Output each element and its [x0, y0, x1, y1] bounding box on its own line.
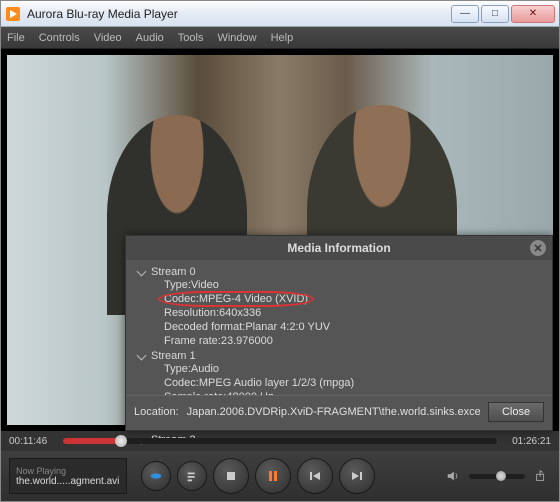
previous-button[interactable]	[297, 458, 333, 494]
control-buttons	[141, 458, 375, 494]
menu-help[interactable]: Help	[271, 32, 294, 44]
stream-1-codec: Codec:MPEG Audio layer 1/2/3 (mpga)	[164, 376, 544, 390]
maximize-icon: □	[492, 8, 498, 19]
titlebar: Aurora Blu-ray Media Player — □ ✕	[1, 1, 559, 27]
volume-area	[443, 466, 551, 486]
volume-thumb[interactable]	[496, 471, 506, 481]
close-button[interactable]: Close	[488, 402, 544, 422]
app-icon	[5, 6, 21, 22]
media-info-title-text: Media Information	[287, 241, 390, 255]
stream-0-resolution: Resolution:640x336	[164, 306, 544, 320]
dialog-close-icon: ✕	[533, 242, 542, 255]
now-playing-file: the.world.....agment.avi	[16, 476, 120, 487]
playlist-icon	[185, 469, 199, 483]
open-icon	[149, 469, 163, 483]
menu-audio[interactable]: Audio	[136, 32, 164, 44]
app-window: Aurora Blu-ray Media Player — □ ✕ File C…	[0, 0, 560, 502]
menu-file[interactable]: File	[7, 32, 25, 44]
highlighted-codec: Codec:MPEG-4 Video (XVID)	[164, 292, 308, 306]
volume-icon	[446, 469, 460, 483]
video-area: Media Information ✕ Stream 0 Type:Video …	[1, 49, 559, 431]
now-playing: Now Playing the.world.....agment.avi	[9, 458, 127, 494]
media-info-title: Media Information ✕	[126, 236, 552, 260]
next-icon	[349, 468, 365, 484]
minimize-button[interactable]: —	[451, 5, 479, 23]
stream-0-framerate: Frame rate:23.976000	[164, 334, 544, 348]
menu-video[interactable]: Video	[94, 32, 122, 44]
close-button[interactable]: ✕	[511, 5, 555, 23]
next-button[interactable]	[339, 458, 375, 494]
close-icon: ✕	[529, 8, 537, 19]
volume-button[interactable]	[443, 466, 463, 486]
volume-track[interactable]	[469, 474, 525, 479]
playlist-button[interactable]	[177, 461, 207, 491]
stop-icon	[223, 468, 239, 484]
minimize-icon: —	[460, 8, 470, 19]
menu-window[interactable]: Window	[217, 32, 256, 44]
media-info-dialog: Media Information ✕ Stream 0 Type:Video …	[125, 235, 553, 431]
open-button[interactable]	[141, 461, 171, 491]
current-time: 00:11:46	[9, 436, 55, 447]
location-value: Japan.2006.DVDRip.XviD-FRAGMENT\the.worl…	[187, 406, 480, 418]
stream-0-header[interactable]: Stream 0	[134, 266, 544, 278]
now-playing-label: Now Playing	[16, 466, 120, 476]
menubar: File Controls Video Audio Tools Window H…	[1, 27, 559, 49]
pause-icon	[265, 468, 281, 484]
menu-tools[interactable]: Tools	[178, 32, 204, 44]
stop-button[interactable]	[213, 458, 249, 494]
share-button[interactable]	[531, 466, 551, 486]
stream-0-decoded: Decoded format:Planar 4:2:0 YUV	[164, 320, 544, 334]
stream-0-type: Type:Video	[164, 278, 544, 292]
window-title: Aurora Blu-ray Media Player	[27, 7, 451, 21]
maximize-button[interactable]: □	[481, 5, 509, 23]
previous-icon	[307, 468, 323, 484]
stream-0-codec: Codec:MPEG-4 Video (XVID)	[164, 292, 544, 306]
stream-1-type: Type:Audio	[164, 362, 544, 376]
pause-button[interactable]	[255, 458, 291, 494]
location-label: Location:	[134, 406, 179, 418]
stream-1-header[interactable]: Stream 1	[134, 350, 544, 362]
stream-0: Stream 0 Type:Video Codec:MPEG-4 Video (…	[134, 266, 544, 348]
media-info-footer: Location: Japan.2006.DVDRip.XviD-FRAGMEN…	[126, 395, 552, 430]
dialog-close-button[interactable]: ✕	[530, 240, 546, 256]
menu-controls[interactable]: Controls	[39, 32, 80, 44]
seek-fill	[63, 438, 121, 444]
controls: Now Playing the.world.....agment.avi	[1, 451, 559, 501]
share-icon	[534, 469, 548, 483]
seek-track[interactable]	[63, 438, 497, 444]
window-buttons: — □ ✕	[451, 5, 555, 23]
